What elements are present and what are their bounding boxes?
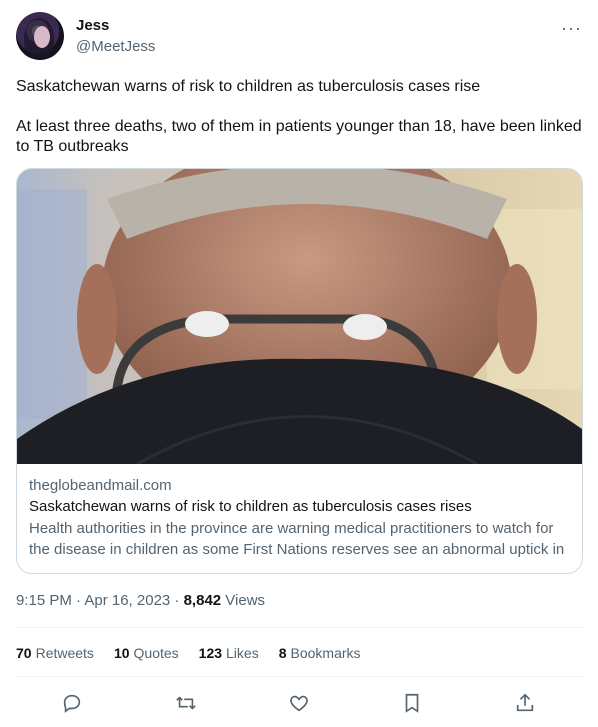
reply-button[interactable] (57, 688, 87, 718)
tweet-paragraph-2: At least three deaths, two of them in pa… (16, 118, 582, 155)
tweet-paragraph-1: Saskatchewan warns of risk to children a… (16, 78, 481, 95)
avatar-face (34, 26, 50, 48)
card-image (17, 169, 582, 464)
likes-count: 123 (198, 645, 223, 661)
likes-label: Likes (226, 645, 259, 661)
retweets-label: Retweets (35, 645, 94, 661)
bookmarks-stat[interactable]: 8 Bookmarks (279, 645, 361, 661)
reply-icon (63, 694, 81, 713)
avatar[interactable] (16, 12, 64, 60)
share-icon (516, 693, 534, 712)
user-name[interactable]: Jess (76, 17, 109, 34)
divider (16, 676, 582, 677)
card-description: Health authorities in the province are w… (29, 520, 565, 574)
tweet-time[interactable]: 9:15 PM · Apr 16, 2023 · (16, 592, 184, 609)
retweet-button[interactable] (171, 688, 201, 718)
share-button[interactable] (510, 688, 540, 718)
like-button[interactable] (284, 688, 314, 718)
like-icon (290, 695, 308, 712)
bookmark-button[interactable] (397, 688, 427, 718)
user-handle[interactable]: @MeetJess (76, 38, 155, 55)
action-bar (16, 688, 582, 718)
bookmark-icon (405, 693, 419, 713)
quotes-count: 10 (113, 645, 130, 661)
tweet-timestamp: 9:15 PM · Apr 16, 2023 · 8,842 Views (16, 592, 265, 609)
tweet-header: Jess @MeetJess ··· (16, 12, 582, 64)
bookmarks-label: Bookmarks (290, 645, 361, 661)
engagement-stats: 70 Retweets 10 Quotes 123 Likes 8 Bookmarks (16, 645, 361, 661)
divider (16, 627, 582, 628)
card-domain: theglobeandmail.com (29, 477, 172, 494)
tweet-text: Saskatchewan warns of risk to children a… (16, 77, 582, 177)
retweet-icon (176, 696, 196, 710)
retweets-stat[interactable]: 70 Retweets (16, 645, 94, 661)
quotes-label: Quotes (133, 645, 179, 661)
retweets-count: 70 (16, 645, 32, 661)
link-card[interactable]: theglobeandmail.com Saskatchewan warns o… (16, 168, 583, 574)
bookmarks-count: 8 (278, 645, 287, 661)
views-label: Views (221, 592, 266, 609)
more-options-icon[interactable]: ··· (561, 18, 582, 39)
quotes-stat[interactable]: 10 Quotes (114, 645, 179, 661)
card-meta: theglobeandmail.com Saskatchewan warns o… (29, 476, 570, 574)
likes-stat[interactable]: 123 Likes (199, 645, 259, 661)
views-count: 8,842 (183, 592, 222, 609)
card-title: Saskatchewan warns of risk to children a… (29, 498, 472, 515)
